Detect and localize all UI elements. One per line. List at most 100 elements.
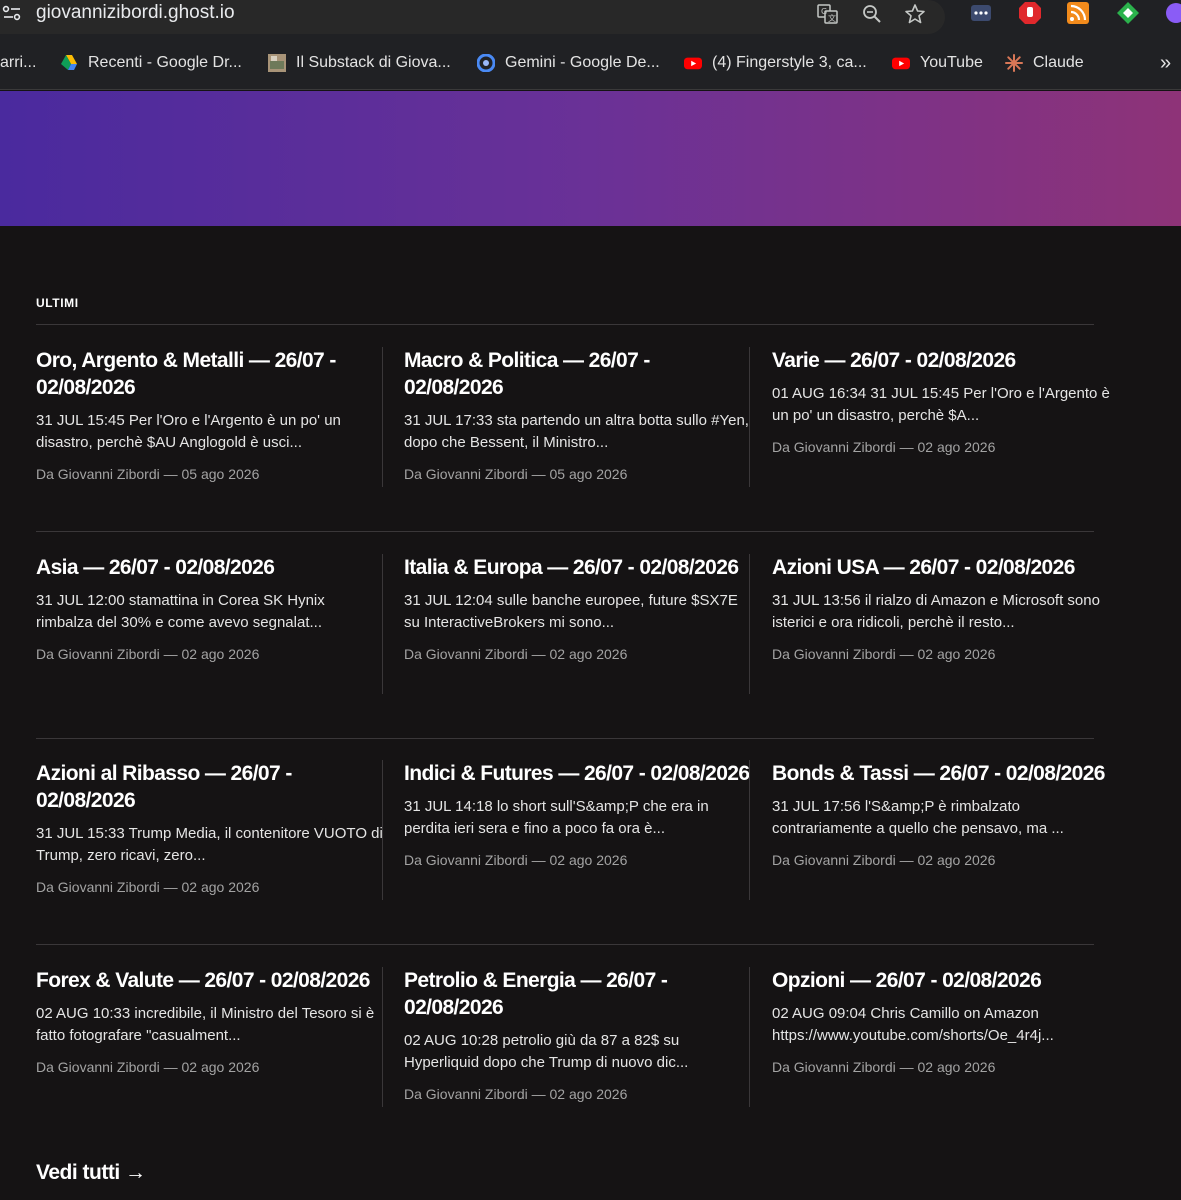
post-excerpt: 01 AUG 16:34 31 JUL 15:45 Per l'Oro e l'… (772, 385, 1110, 424)
youtube-icon (892, 57, 910, 70)
hero-banner (0, 91, 1181, 226)
post-meta: Da Giovanni Zibordi — 02 ago 2026 (36, 879, 260, 895)
column-divider (749, 967, 750, 1107)
post-card[interactable]: Azioni al Ribasso — 26/07 - 02/08/2026 3… (36, 760, 384, 895)
post-excerpt: 02 AUG 10:33 incredibile, il Ministro de… (36, 1005, 375, 1044)
column-divider (382, 760, 383, 900)
post-title[interactable]: Varie — 26/07 - 02/08/2026 (772, 347, 1120, 374)
bookmark-google-drive[interactable]: Recenti - Google Dr... (60, 51, 242, 75)
translate-icon[interactable]: G 文 (816, 2, 840, 26)
post-excerpt: 31 JUL 15:33 Trump Media, il contenitore… (36, 825, 383, 864)
post-title[interactable]: Oro, Argento & Metalli — 26/07 - 02/08/2… (36, 347, 384, 401)
bookmark-truncated[interactable]: arri... (0, 51, 36, 75)
bookmark-label: Claude (1033, 54, 1084, 71)
post-meta: Da Giovanni Zibordi — 02 ago 2026 (772, 439, 996, 455)
post-title[interactable]: Bonds & Tassi — 26/07 - 02/08/2026 (772, 760, 1120, 787)
see-all-link[interactable]: Vedi tutti → (36, 1161, 146, 1185)
bookmarks-bar: arri... Recenti - Google Dr... Il Substa… (0, 38, 1181, 90)
post-meta: Da Giovanni Zibordi — 02 ago 2026 (772, 1059, 996, 1075)
post-title[interactable]: Macro & Politica — 26/07 - 02/08/2026 (404, 347, 752, 401)
post-meta: Da Giovanni Zibordi — 02 ago 2026 (772, 852, 996, 868)
zoom-icon[interactable] (860, 2, 884, 26)
column-divider (749, 347, 750, 487)
post-excerpt: 31 JUL 13:56 il rialzo di Amazon e Micro… (772, 592, 1100, 631)
post-excerpt: 02 AUG 10:28 petrolio giù da 87 a 82$ su… (404, 1032, 689, 1071)
post-meta: Da Giovanni Zibordi — 02 ago 2026 (404, 1086, 628, 1102)
feedly-icon[interactable] (1116, 1, 1140, 25)
post-title[interactable]: Azioni USA — 26/07 - 02/08/2026 (772, 554, 1120, 581)
post-card[interactable]: Bonds & Tassi — 26/07 - 02/08/2026 31 JU… (772, 760, 1120, 868)
bookmark-label: Il Substack di Giova... (296, 54, 451, 71)
bookmark-youtube[interactable]: YouTube (892, 51, 983, 75)
post-excerpt: 02 AUG 09:04 Chris Camillo on Amazon htt… (772, 1005, 1054, 1044)
post-meta: Da Giovanni Zibordi — 02 ago 2026 (36, 646, 260, 662)
post-title[interactable]: Forex & Valute — 26/07 - 02/08/2026 (36, 967, 384, 994)
bookmark-label: Gemini - Google De... (505, 54, 660, 71)
post-excerpt: 31 JUL 17:56 l'S&amp;P è rimbalzato cont… (772, 798, 1064, 837)
post-title[interactable]: Opzioni — 26/07 - 02/08/2026 (772, 967, 1120, 994)
post-meta: Da Giovanni Zibordi — 02 ago 2026 (404, 852, 628, 868)
post-card[interactable]: Petrolio & Energia — 26/07 - 02/08/2026 … (404, 967, 752, 1102)
column-divider (382, 347, 383, 487)
post-card[interactable]: Indici & Futures — 26/07 - 02/08/2026 31… (404, 760, 752, 868)
post-title[interactable]: Indici & Futures — 26/07 - 02/08/2026 (404, 760, 752, 787)
post-card[interactable]: Varie — 26/07 - 02/08/2026 01 AUG 16:34 … (772, 347, 1120, 455)
column-divider (382, 967, 383, 1107)
youtube-icon (684, 57, 702, 70)
post-card[interactable]: Azioni USA — 26/07 - 02/08/2026 31 JUL 1… (772, 554, 1120, 662)
post-card[interactable]: Opzioni — 26/07 - 02/08/2026 02 AUG 09:0… (772, 967, 1120, 1075)
post-card[interactable]: Italia & Europa — 26/07 - 02/08/2026 31 … (404, 554, 752, 662)
bookmark-label: YouTube (920, 54, 983, 71)
claude-icon (1005, 54, 1023, 72)
latest-posts-section: ULTIMI Oro, Argento & Metalli — 26/07 - … (0, 226, 1181, 1200)
section-title: ULTIMI (36, 296, 79, 310)
svg-text:G: G (821, 7, 827, 16)
url-text[interactable]: giovannizibordi.ghost.io (36, 2, 235, 24)
bookmark-star-icon[interactable] (903, 2, 927, 26)
svg-text:文: 文 (828, 13, 836, 23)
post-excerpt: 31 JUL 12:04 sulle banche europee, futur… (404, 592, 738, 631)
bookmark-label: (4) Fingerstyle 3, ca... (712, 54, 867, 71)
post-meta: Da Giovanni Zibordi — 05 ago 2026 (404, 466, 628, 482)
browser-top-bar: giovannizibordi.ghost.io G 文 (0, 0, 1181, 38)
post-meta: Da Giovanni Zibordi — 02 ago 2026 (772, 646, 996, 662)
post-excerpt: 31 JUL 17:33 sta partendo un altra botta… (404, 412, 749, 451)
bookmarks-overflow-button[interactable]: » (1160, 51, 1171, 75)
post-excerpt: 31 JUL 12:00 stamattina in Corea SK Hyni… (36, 592, 325, 631)
site-settings-icon[interactable] (2, 3, 22, 23)
bookmark-fingerstyle[interactable]: (4) Fingerstyle 3, ca... (684, 51, 867, 75)
bookmark-claude[interactable]: Claude (1005, 51, 1084, 75)
post-title[interactable]: Azioni al Ribasso — 26/07 - 02/08/2026 (36, 760, 384, 814)
post-card[interactable]: Asia — 26/07 - 02/08/2026 31 JUL 12:00 s… (36, 554, 384, 662)
post-title[interactable]: Petrolio & Energia — 26/07 - 02/08/2026 (404, 967, 752, 1021)
column-divider (749, 760, 750, 900)
bookmark-gemini[interactable]: Gemini - Google De... (477, 51, 660, 75)
post-excerpt: 31 JUL 14:18 lo short sull'S&amp;P che e… (404, 798, 709, 837)
post-excerpt: 31 JUL 15:45 Per l'Oro e l'Argento è un … (36, 412, 341, 451)
post-card[interactable]: Macro & Politica — 26/07 - 02/08/2026 31… (404, 347, 752, 482)
post-meta: Da Giovanni Zibordi — 05 ago 2026 (36, 466, 260, 482)
extension-dots-icon[interactable] (969, 1, 993, 25)
extension-purple-icon[interactable] (1164, 1, 1181, 25)
bookmark-substack[interactable]: Il Substack di Giova... (268, 51, 451, 75)
post-card[interactable]: Forex & Valute — 26/07 - 02/08/2026 02 A… (36, 967, 384, 1075)
gemini-icon (477, 54, 495, 72)
post-title[interactable]: Asia — 26/07 - 02/08/2026 (36, 554, 384, 581)
rss-icon[interactable] (1066, 1, 1090, 25)
address-bar[interactable]: giovannizibordi.ghost.io G 文 (0, 0, 945, 34)
bookmark-label: Recenti - Google Dr... (88, 54, 242, 71)
divider (36, 738, 1094, 739)
post-meta: Da Giovanni Zibordi — 02 ago 2026 (404, 646, 628, 662)
google-drive-icon (61, 55, 77, 70)
chevron-double-right-icon: » (1160, 51, 1172, 74)
column-divider (749, 554, 750, 694)
post-card[interactable]: Oro, Argento & Metalli — 26/07 - 02/08/2… (36, 347, 384, 482)
post-meta: Da Giovanni Zibordi — 02 ago 2026 (36, 1059, 260, 1075)
adblock-icon[interactable] (1018, 1, 1042, 25)
post-title[interactable]: Italia & Europa — 26/07 - 02/08/2026 (404, 554, 752, 581)
column-divider (382, 554, 383, 694)
divider (36, 944, 1094, 945)
bookmark-label: arri... (0, 54, 37, 71)
substack-thumbnail-icon (268, 54, 286, 72)
divider (36, 531, 1094, 532)
